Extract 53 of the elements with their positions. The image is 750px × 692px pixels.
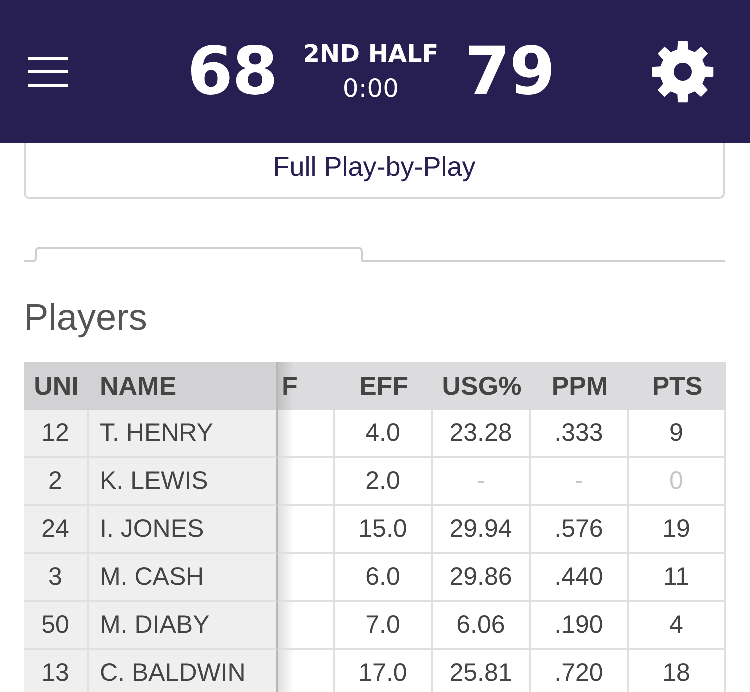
table-cell: 4 <box>629 602 726 650</box>
column-header: NAME <box>89 362 278 410</box>
table-cell: 2.0 <box>335 458 433 506</box>
table-cell: 7.0 <box>335 602 433 650</box>
column-header: EFF <box>335 362 433 410</box>
game-clock: 0:00 <box>342 74 400 104</box>
table-cell: M. DIABY <box>89 602 278 650</box>
menu-icon[interactable] <box>28 56 68 88</box>
column-header: PTS <box>629 362 726 410</box>
table-cell: 4.0 <box>335 410 433 458</box>
table-cell: - <box>531 458 629 506</box>
table-cell: 2 <box>24 458 89 506</box>
table-cell <box>278 458 335 506</box>
section-title: Players <box>24 296 148 340</box>
table-cell <box>278 554 335 602</box>
play-by-play-button[interactable]: Full Play-by-Play <box>24 143 725 199</box>
column-header: USG% <box>433 362 531 410</box>
table-cell: 11 <box>629 554 726 602</box>
table-cell <box>278 650 335 692</box>
period-label: 2ND HALF <box>303 39 439 69</box>
table-cell: 12 <box>24 410 89 458</box>
column-header: F <box>278 362 335 410</box>
table-cell: 13 <box>24 650 89 692</box>
table-cell: 6.06 <box>433 602 531 650</box>
away-score: 79 <box>464 38 555 104</box>
table-cell: .576 <box>531 506 629 554</box>
table-cell: .440 <box>531 554 629 602</box>
table-cell: 15.0 <box>335 506 433 554</box>
column-header: UNI <box>24 362 89 410</box>
table-cell: K. LEWIS <box>89 458 278 506</box>
table-cell: 6.0 <box>335 554 433 602</box>
table-cell: T. HENRY <box>89 410 278 458</box>
home-score: 68 <box>187 38 278 104</box>
table-cell: I. JONES <box>89 506 278 554</box>
table-cell: - <box>433 458 531 506</box>
table-cell: 50 <box>24 602 89 650</box>
table-cell: 19 <box>629 506 726 554</box>
column-header: PPM <box>531 362 629 410</box>
table-cell: 3 <box>24 554 89 602</box>
table-cell: M. CASH <box>89 554 278 602</box>
settings-icon[interactable] <box>652 40 714 102</box>
table-cell <box>278 506 335 554</box>
table-cell: 29.86 <box>433 554 531 602</box>
table-cell <box>278 410 335 458</box>
table-cell: 9 <box>629 410 726 458</box>
table-cell: .190 <box>531 602 629 650</box>
table-cell: 0 <box>629 458 726 506</box>
table-cell <box>278 602 335 650</box>
table-cell: 23.28 <box>433 410 531 458</box>
table-cell: .333 <box>531 410 629 458</box>
table-cell: C. BALDWIN <box>89 650 278 692</box>
table-cell: 24 <box>24 506 89 554</box>
table-cell: 29.94 <box>433 506 531 554</box>
